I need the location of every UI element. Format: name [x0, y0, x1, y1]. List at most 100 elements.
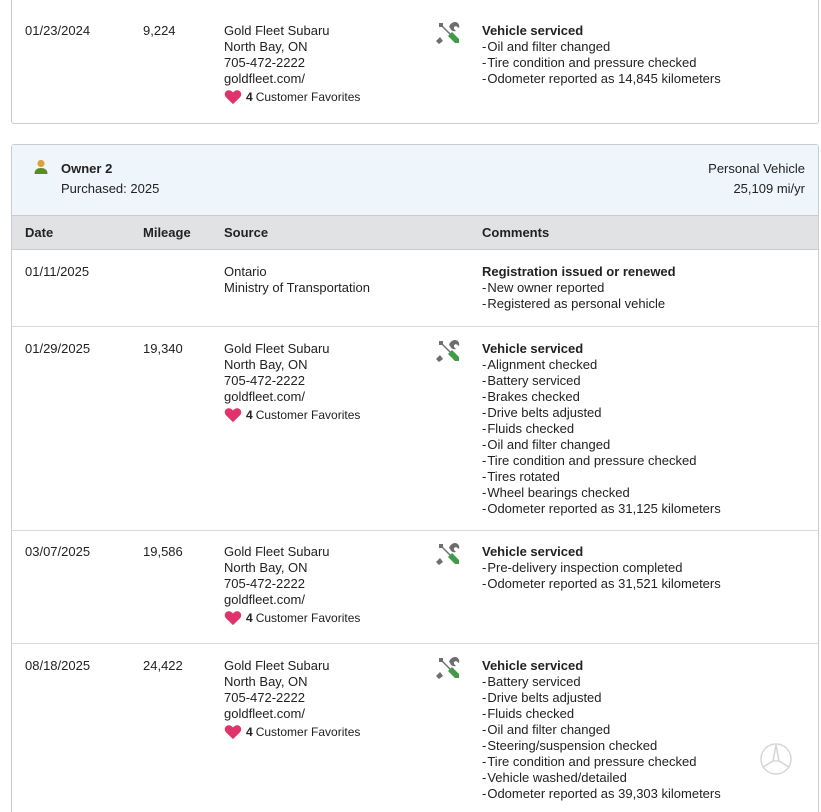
- comment-item: Oil and filter changed: [482, 437, 721, 453]
- source-website-link[interactable]: goldfleet.com/: [224, 592, 360, 608]
- favorites-label: Customer Favorites: [255, 611, 361, 625]
- heart-icon: [224, 90, 242, 105]
- record-comments: Vehicle serviced Alignment checked Batte…: [482, 341, 721, 517]
- source-location: North Bay, ON: [224, 39, 308, 54]
- table-row: 08/18/2025 24,422 Gold Fleet Subaru Nort…: [12, 643, 818, 801]
- comment-item: Steering/suspension checked: [482, 738, 721, 754]
- customer-favorites[interactable]: 4 Customer Favorites: [224, 724, 360, 740]
- header-comments: Comments: [482, 225, 550, 240]
- source-website-link[interactable]: goldfleet.com/: [224, 389, 360, 405]
- record-mileage: 24,422: [143, 658, 183, 673]
- source-phone: 705-472-2222: [224, 576, 305, 591]
- favorites-label: Customer Favorites: [255, 408, 361, 422]
- comment-item: Tire condition and pressure checked: [482, 55, 721, 71]
- source-phone: 705-472-2222: [224, 55, 305, 70]
- source-department: Ministry of Transportation: [224, 280, 370, 295]
- comment-item: Battery serviced: [482, 373, 721, 389]
- source-name: Gold Fleet Subaru: [224, 544, 330, 559]
- comment-item: Tires rotated: [482, 469, 721, 485]
- favorites-count: 4: [246, 90, 253, 104]
- owner-purchased: Purchased: 2025: [61, 181, 160, 196]
- favorites-count: 4: [246, 725, 253, 739]
- history-card-owner1: 01/23/2024 9,224 Gold Fleet Subaru North…: [11, 0, 819, 124]
- source-name: Ontario: [224, 264, 267, 279]
- comment-item: Odometer reported as 39,303 kilometers: [482, 786, 720, 802]
- person-icon: [34, 159, 48, 174]
- source-phone: 705-472-2222: [224, 373, 305, 388]
- comment-item: Tire condition and pressure checked: [482, 453, 721, 469]
- comment-item: Oil and filter changed: [482, 722, 721, 738]
- record-date: 08/18/2025: [25, 658, 91, 673]
- source-phone: 705-472-2222: [224, 690, 305, 705]
- mileage-rate: 25,109 mi/yr: [733, 181, 805, 196]
- comment-item: Fluids checked: [482, 706, 721, 722]
- comment-item: Vehicle washed/detailed: [482, 770, 721, 786]
- source-website-link[interactable]: goldfleet.com/: [224, 71, 360, 87]
- record-date: 01/23/2024: [25, 23, 91, 38]
- service-tools-icon: [436, 657, 460, 679]
- header-date: Date: [25, 225, 54, 240]
- favorites-count: 4: [246, 611, 253, 625]
- owner-name: Owner 2: [61, 161, 113, 176]
- record-source: Gold Fleet Subaru North Bay, ON 705-472-…: [224, 23, 360, 105]
- comment-item: Tire condition and pressure checked: [482, 754, 721, 770]
- comment-title: Registration issued or renewed: [482, 264, 676, 279]
- comment-item: Odometer reported as 31,521 kilometers: [482, 576, 720, 592]
- comment-item: Brakes checked: [482, 389, 721, 405]
- source-name: Gold Fleet Subaru: [224, 23, 330, 38]
- record-comments: Vehicle serviced Battery serviced Drive …: [482, 658, 721, 802]
- record-source: Gold Fleet Subaru North Bay, ON 705-472-…: [224, 544, 360, 626]
- source-location: North Bay, ON: [224, 674, 308, 689]
- comment-title: Vehicle serviced: [482, 23, 584, 38]
- table-header: Date Mileage Source Comments: [12, 216, 818, 250]
- comment-item: Battery serviced: [482, 674, 721, 690]
- service-tools-icon: [436, 340, 460, 362]
- customer-favorites[interactable]: 4 Customer Favorites: [224, 610, 360, 626]
- record-date: 01/29/2025: [25, 341, 91, 356]
- source-website-link[interactable]: goldfleet.com/: [224, 706, 360, 722]
- comment-item: Pre-delivery inspection completed: [482, 560, 721, 576]
- record-date: 03/07/2025: [25, 544, 91, 559]
- comment-title: Vehicle serviced: [482, 544, 584, 559]
- comment-item: Oil and filter changed: [482, 39, 721, 55]
- comment-item: Fluids checked: [482, 421, 721, 437]
- record-comments: Registration issued or renewed New owner…: [482, 264, 676, 312]
- service-tools-icon: [436, 543, 460, 565]
- comment-item: Drive belts adjusted: [482, 690, 721, 706]
- favorites-label: Customer Favorites: [255, 725, 361, 739]
- vehicle-use-type: Personal Vehicle: [708, 161, 805, 176]
- record-mileage: 19,586: [143, 544, 183, 559]
- source-location: North Bay, ON: [224, 560, 308, 575]
- record-date: 01/11/2025: [25, 264, 90, 279]
- header-source: Source: [224, 225, 269, 240]
- source-name: Gold Fleet Subaru: [224, 658, 330, 673]
- table-row: 03/07/2025 19,586 Gold Fleet Subaru Nort…: [12, 530, 818, 626]
- customer-favorites[interactable]: 4 Customer Favorites: [224, 89, 360, 105]
- source-location: North Bay, ON: [224, 357, 308, 372]
- watermark-logo-icon: [760, 743, 792, 775]
- comment-item: Odometer reported as 31,125 kilometers: [482, 501, 720, 517]
- record-comments: Vehicle serviced Oil and filter changed …: [482, 23, 721, 87]
- record-source: Ontario Ministry of Transportation: [224, 264, 370, 296]
- history-card-owner2: Owner 2 Purchased: 2025 Personal Vehicle…: [11, 144, 819, 812]
- favorites-label: Customer Favorites: [255, 90, 361, 104]
- source-name: Gold Fleet Subaru: [224, 341, 330, 356]
- record-comments: Vehicle serviced Pre-delivery inspection…: [482, 544, 721, 592]
- comment-item: Registered as personal vehicle: [482, 296, 676, 312]
- owner-header: Owner 2 Purchased: 2025 Personal Vehicle…: [12, 145, 818, 216]
- header-mileage: Mileage: [143, 225, 191, 240]
- comment-item: Alignment checked: [482, 357, 721, 373]
- service-tools-icon: [436, 22, 460, 44]
- comment-item: Odometer reported as 14,845 kilometers: [482, 71, 720, 87]
- record-mileage: 9,224: [143, 23, 176, 38]
- record-source: Gold Fleet Subaru North Bay, ON 705-472-…: [224, 658, 360, 740]
- customer-favorites[interactable]: 4 Customer Favorites: [224, 407, 360, 423]
- record-mileage: 19,340: [143, 341, 183, 356]
- comment-item: Drive belts adjusted: [482, 405, 721, 421]
- heart-icon: [224, 611, 242, 626]
- favorites-count: 4: [246, 408, 253, 422]
- heart-icon: [224, 725, 242, 740]
- comment-item: New owner reported: [482, 280, 676, 296]
- comment-title: Vehicle serviced: [482, 658, 584, 673]
- comment-title: Vehicle serviced: [482, 341, 584, 356]
